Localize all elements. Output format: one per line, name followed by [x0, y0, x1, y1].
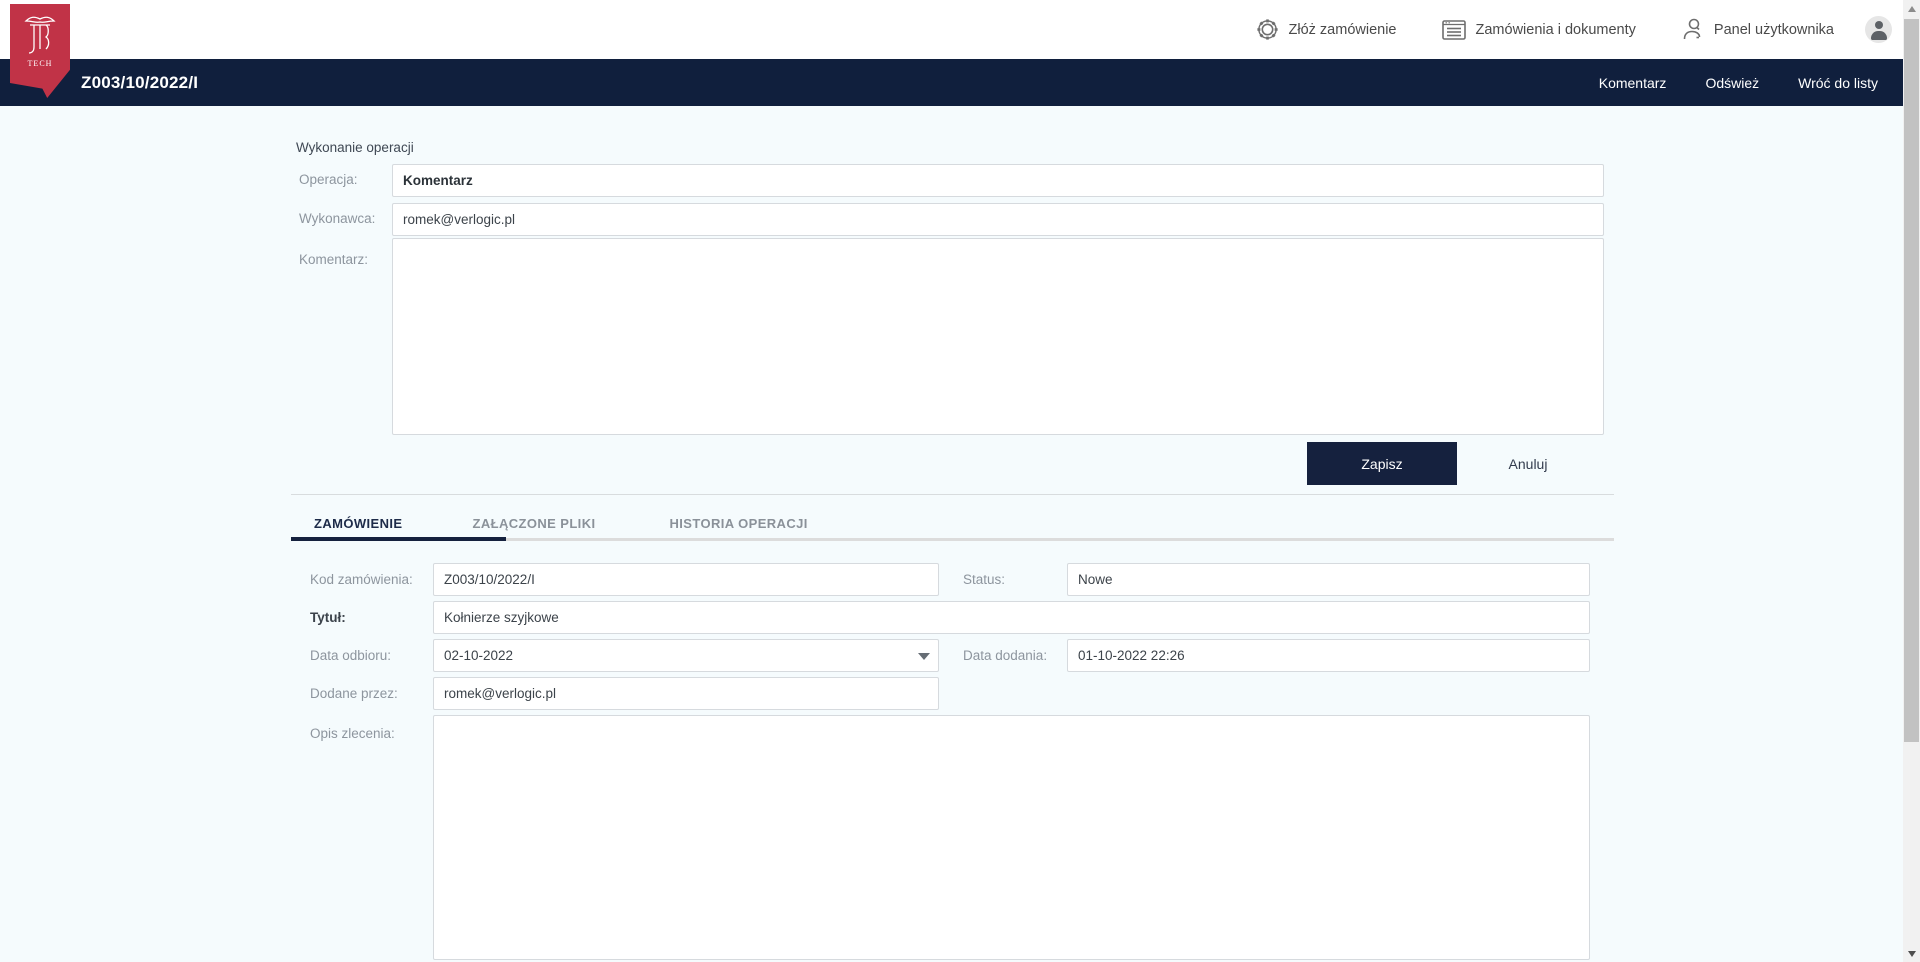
operacja-input[interactable]	[392, 164, 1604, 197]
kod-zamowienia-input[interactable]	[433, 563, 939, 596]
nav-item-submit-order[interactable]: Złóż zamówienie	[1255, 17, 1397, 42]
status-label: Status:	[963, 572, 1005, 587]
nav-item-orders-documents[interactable]: Zamówienia i dokumenty	[1441, 19, 1636, 41]
header-action-wroc-do-listy[interactable]: Wróć do listy	[1798, 75, 1878, 91]
status-input[interactable]	[1067, 563, 1590, 596]
header-action-odswiez[interactable]: Odśwież	[1705, 75, 1759, 91]
order-header-bar: Z003/10/2022/I Komentarz Odśwież Wróć do…	[0, 59, 1920, 106]
nav-item-label: Panel użytkownika	[1714, 22, 1834, 38]
nav-item-label: Zamówienia i dokumenty	[1476, 22, 1636, 38]
wykonawca-input[interactable]	[392, 203, 1604, 236]
header-action-komentarz[interactable]: Komentarz	[1599, 75, 1667, 91]
vertical-scrollbar[interactable]	[1903, 0, 1920, 962]
header-actions: Komentarz Odśwież Wróć do listy	[1599, 59, 1878, 106]
kod-zamowienia-label: Kod zamówienia:	[310, 572, 413, 587]
order-title: Z003/10/2022/I	[81, 59, 198, 106]
dodane-przez-input[interactable]	[433, 677, 939, 710]
main-content: Wykonanie operacji Operacja: Wykonawca: …	[0, 106, 1920, 962]
tytul-input[interactable]	[433, 601, 1590, 634]
opis-zlecenia-textarea[interactable]	[433, 715, 1590, 960]
top-bar: Złóż zamówienie	[0, 0, 1920, 59]
wykonawca-label: Wykonawca:	[299, 211, 375, 226]
data-odbioru-label: Data odbioru:	[310, 648, 391, 663]
scrollbar-thumb[interactable]	[1904, 19, 1919, 742]
logo-emblem-text: TECH	[28, 59, 53, 68]
scrollbar-up-arrow-icon[interactable]	[1903, 0, 1920, 17]
operation-section-heading: Wykonanie operacji	[296, 140, 414, 155]
section-divider	[291, 494, 1614, 495]
data-dodania-label: Data dodania:	[963, 648, 1047, 663]
data-dodania-input[interactable]	[1067, 639, 1590, 672]
user-avatar[interactable]	[1865, 16, 1892, 43]
documents-icon	[1441, 19, 1467, 41]
scrollbar-down-arrow-icon[interactable]	[1903, 945, 1920, 962]
data-odbioru-input[interactable]	[433, 639, 939, 672]
operacja-label: Operacja:	[299, 172, 358, 187]
tytul-label: Tytuł:	[310, 610, 346, 625]
top-navigation: Złóż zamówienie	[1255, 0, 1892, 59]
tab-active-underline	[291, 537, 506, 541]
nav-item-user-panel[interactable]: Panel użytkownika	[1680, 17, 1834, 42]
dodane-przez-label: Dodane przez:	[310, 686, 398, 701]
avatar-head-glyph	[1875, 21, 1883, 29]
avatar-body-glyph	[1871, 31, 1887, 40]
user-panel-icon	[1680, 17, 1705, 42]
date-dropdown-caret-icon[interactable]	[918, 653, 930, 660]
komentarz-label: Komentarz:	[299, 252, 368, 267]
nav-item-label: Złóż zamówienie	[1289, 22, 1397, 38]
page: Złóż zamówienie	[0, 0, 1920, 962]
cancel-button[interactable]: Anuluj	[1478, 442, 1578, 485]
komentarz-textarea[interactable]	[392, 238, 1604, 435]
save-button[interactable]: Zapisz	[1307, 442, 1457, 485]
opis-zlecenia-label: Opis zlecenia:	[310, 726, 395, 741]
gear-icon	[1255, 17, 1280, 42]
